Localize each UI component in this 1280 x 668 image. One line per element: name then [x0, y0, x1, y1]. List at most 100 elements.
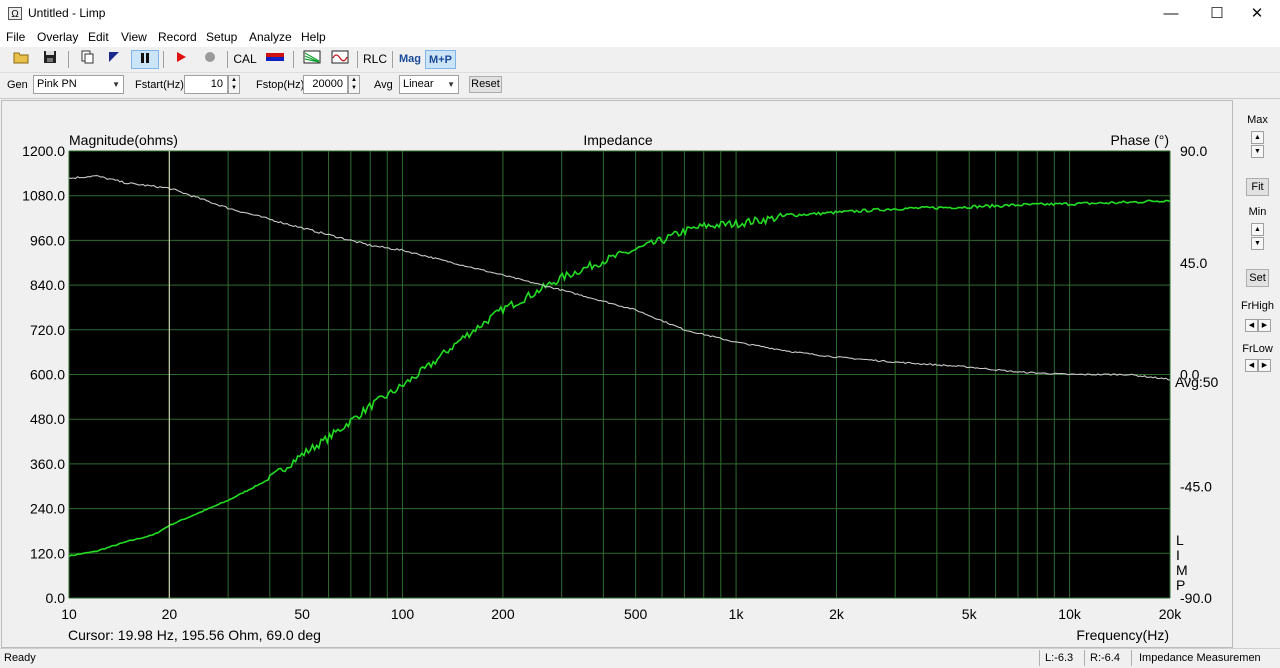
- overlay-graph-icon[interactable]: [301, 50, 323, 69]
- avg-select[interactable]: Linear ▼: [399, 75, 459, 94]
- gen-select[interactable]: Pink PN ▼: [33, 75, 124, 94]
- chevron-down-icon: ▼: [447, 80, 455, 89]
- menu-edit[interactable]: Edit: [88, 30, 109, 44]
- play-icon[interactable]: [171, 50, 191, 69]
- fit-button[interactable]: Fit: [1246, 178, 1269, 196]
- fstop-input[interactable]: 20000: [303, 75, 348, 94]
- max-down-icon[interactable]: ▼: [1251, 145, 1264, 158]
- menu-overlay[interactable]: Overlay: [37, 30, 78, 44]
- x-tick-label: 2k: [829, 606, 845, 622]
- app-icon[interactable]: Ω: [8, 7, 22, 20]
- set-button[interactable]: Set: [1246, 269, 1269, 287]
- toolbar-separator: [293, 51, 294, 68]
- toolbar-separator: [392, 51, 393, 68]
- x-tick-label: 20: [162, 606, 178, 622]
- min-down-icon[interactable]: ▼: [1251, 237, 1264, 250]
- x-tick-label: 5k: [962, 606, 978, 622]
- y2-axis-label: Phase (°): [1110, 132, 1169, 148]
- y-tick-label: 120.0: [30, 545, 65, 561]
- limp-label-l: L: [1176, 532, 1184, 548]
- open-folder-icon[interactable]: [11, 50, 31, 69]
- mag-phase-button[interactable]: M+P: [425, 50, 456, 69]
- sweep-icon[interactable]: [104, 50, 124, 69]
- menu-setup[interactable]: Setup: [206, 30, 237, 44]
- menu-bar: File Overlay Edit View Record Setup Anal…: [0, 27, 1280, 47]
- fstop-label: Fstop(Hz): [256, 79, 305, 91]
- color-bar-icon[interactable]: [263, 50, 287, 69]
- close-button[interactable]: ✕: [1234, 0, 1280, 27]
- status-right-level: R:-6.4: [1090, 652, 1120, 664]
- status-left-level: L:-6.3: [1045, 652, 1074, 664]
- cursor-readout: Cursor: 19.98 Hz, 195.56 Ohm, 69.0 deg: [68, 627, 321, 643]
- frhigh-right-icon[interactable]: ▶: [1258, 319, 1271, 332]
- menu-analyze[interactable]: Analyze: [249, 30, 292, 44]
- fstart-label: Fstart(Hz): [135, 79, 184, 91]
- fstart-spin-icon[interactable]: ▲ ▼: [228, 75, 240, 94]
- toolbar-separator: [163, 51, 164, 68]
- x-tick-label: 1k: [729, 606, 745, 622]
- pause-icon[interactable]: [131, 50, 159, 69]
- menu-file[interactable]: File: [6, 30, 25, 44]
- minimize-button[interactable]: —: [1148, 0, 1194, 27]
- y-tick-label: 240.0: [30, 501, 65, 517]
- y-tick-label: 840.0: [30, 277, 65, 293]
- max-up-icon[interactable]: ▲: [1251, 131, 1264, 144]
- menu-record[interactable]: Record: [158, 30, 197, 44]
- x-tick-label: 10k: [1058, 606, 1082, 622]
- x-tick-label: 500: [624, 606, 648, 622]
- x-tick-label: 100: [391, 606, 415, 622]
- fstop-spin-icon[interactable]: ▲ ▼: [348, 75, 360, 94]
- y2-tick-label: -90.0: [1180, 590, 1212, 606]
- x-axis-label: Frequency(Hz): [1076, 627, 1169, 643]
- min-up-icon[interactable]: ▲: [1251, 223, 1264, 236]
- chart-title: Impedance: [583, 132, 652, 148]
- y-tick-label: 360.0: [30, 456, 65, 472]
- menu-view[interactable]: View: [121, 30, 147, 44]
- avg-select-value: Linear: [403, 78, 434, 90]
- cal-button[interactable]: CAL: [232, 50, 258, 69]
- frhigh-label: FrHigh: [1240, 300, 1274, 312]
- frlow-left-icon[interactable]: ◀: [1245, 359, 1258, 372]
- avg-label: Avg: [374, 79, 393, 91]
- reset-button[interactable]: Reset: [469, 76, 502, 93]
- mag-button[interactable]: Mag: [396, 50, 424, 69]
- toolbar-separator: [357, 51, 358, 68]
- toolbar-separator: [68, 51, 69, 68]
- copy-icon[interactable]: [77, 50, 97, 69]
- min-label: Min: [1248, 206, 1267, 218]
- plot-panel: Impedance Magnitude(ohms) Phase (°) Freq…: [1, 100, 1233, 648]
- y-axis-label: Magnitude(ohms): [69, 132, 178, 148]
- menu-help[interactable]: Help: [301, 30, 326, 44]
- y-tick-label: 1200.0: [22, 143, 65, 159]
- x-tick-label: 200: [491, 606, 515, 622]
- y-tick-label: 960.0: [30, 232, 65, 248]
- waveform-graph-icon[interactable]: [329, 50, 351, 69]
- y-tick-label: 480.0: [30, 411, 65, 427]
- title-bar: Ω Untitled - Limp — ☐ ✕: [0, 0, 1280, 27]
- frhigh-left-icon[interactable]: ◀: [1245, 319, 1258, 332]
- status-ready: Ready: [4, 652, 36, 664]
- gen-label: Gen: [7, 79, 28, 91]
- limp-label-i: I: [1176, 547, 1180, 563]
- y2-tick-label: -45.0: [1180, 478, 1212, 494]
- status-bar: Ready L:-6.3 R:-6.4 Impedance Measuremen: [0, 648, 1280, 668]
- x-tick-label: 50: [294, 606, 310, 622]
- x-tick-label: 20k: [1159, 606, 1183, 622]
- stop-icon[interactable]: [200, 50, 220, 69]
- status-mode: Impedance Measuremen: [1139, 652, 1261, 664]
- x-tick-label: 10: [61, 606, 77, 622]
- fstart-input[interactable]: 10: [184, 75, 228, 94]
- y-tick-label: 1080.0: [22, 188, 65, 204]
- y-tick-label: 720.0: [30, 322, 65, 338]
- rlc-button[interactable]: RLC: [362, 50, 388, 69]
- y-tick-label: 0.0: [46, 590, 66, 606]
- frlow-right-icon[interactable]: ▶: [1258, 359, 1271, 372]
- limp-label-m: M: [1176, 562, 1188, 578]
- impedance-chart[interactable]: Impedance Magnitude(ohms) Phase (°) Freq…: [2, 101, 1232, 647]
- max-label: Max: [1247, 114, 1268, 126]
- status-separator: [1039, 650, 1040, 666]
- generator-bar: Gen Pink PN ▼ Fstart(Hz) 10 ▲ ▼ Fstop(Hz)…: [0, 72, 1280, 99]
- save-icon[interactable]: [40, 50, 60, 69]
- toolbar: CAL RLC Mag M+P: [0, 47, 1280, 73]
- y-tick-label: 600.0: [30, 367, 65, 383]
